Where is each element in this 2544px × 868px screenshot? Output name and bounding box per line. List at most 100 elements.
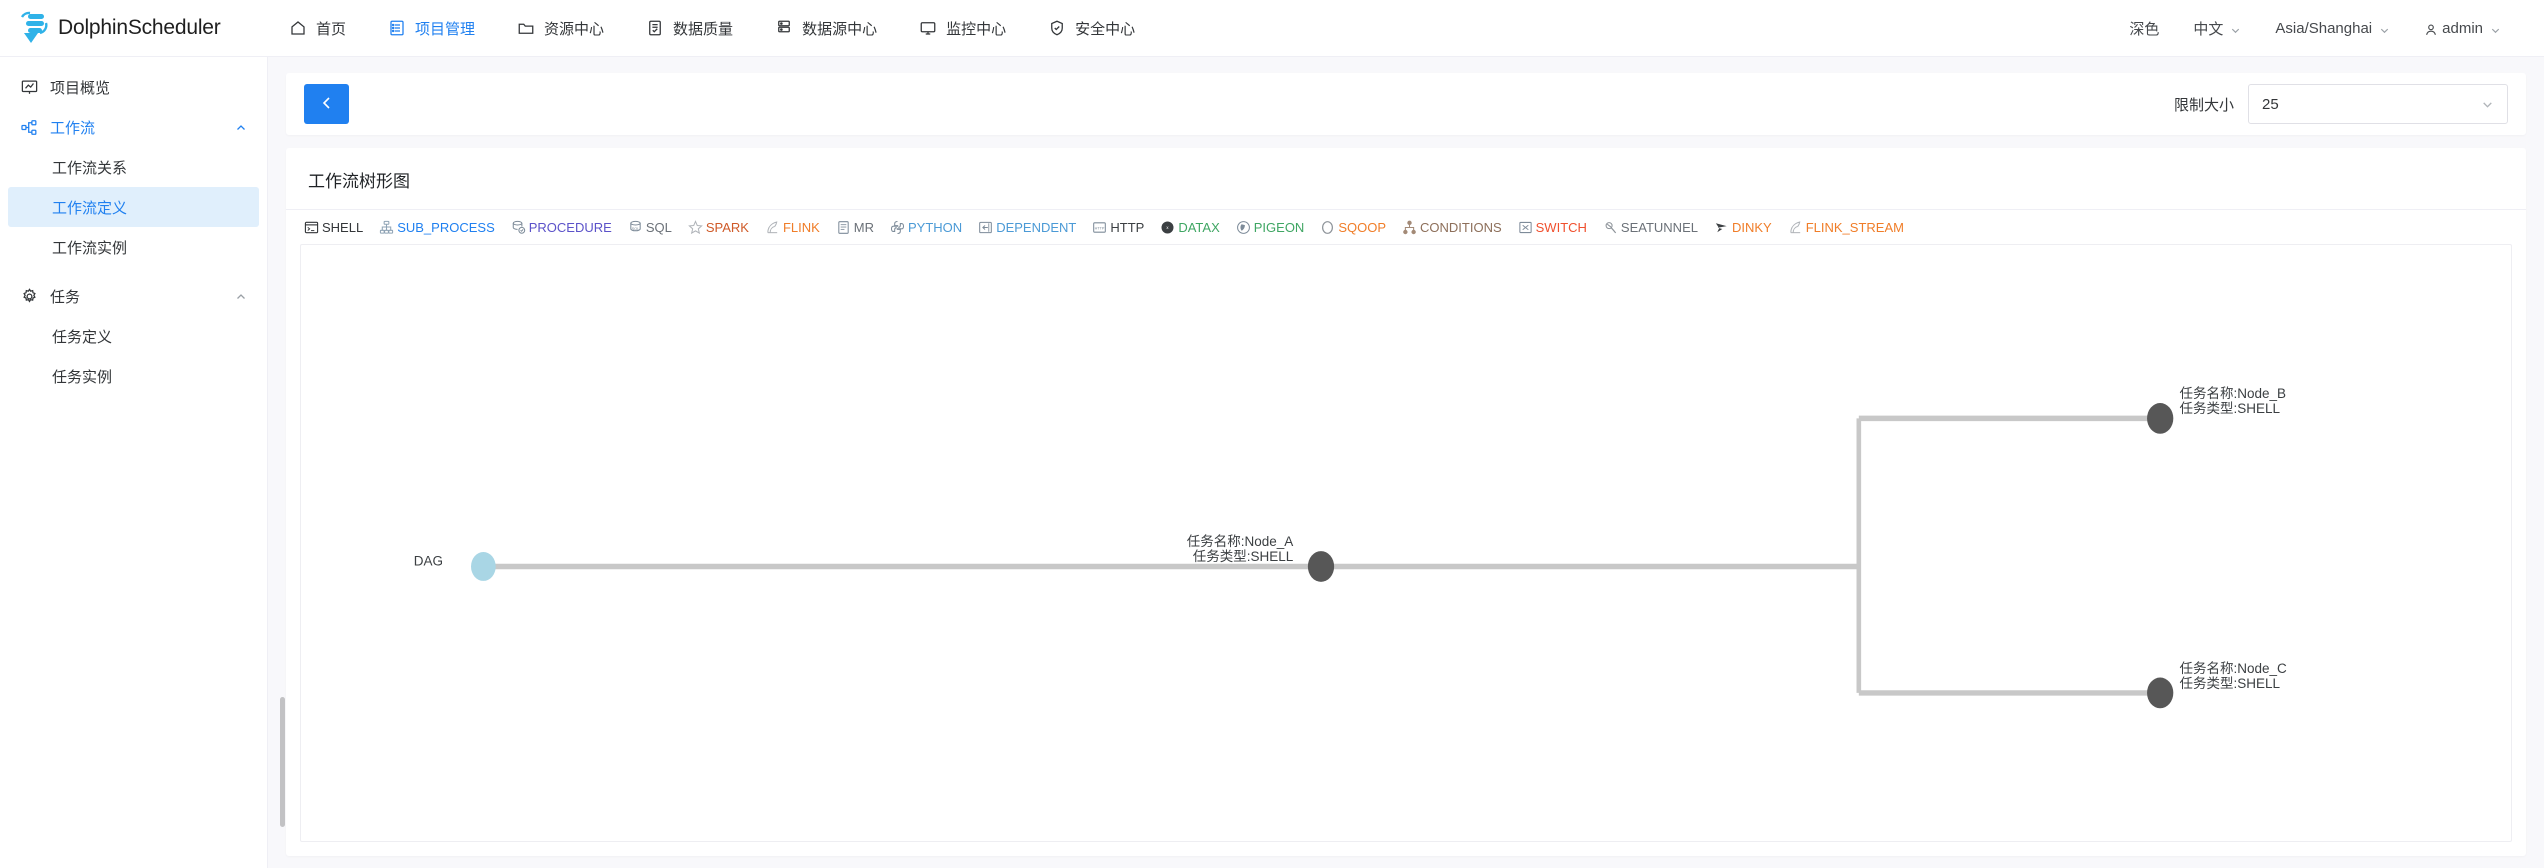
procedure-icon [511, 220, 526, 235]
task-type-legend: SHELL SUB_PROCESS PROCEDURE SQL SQL SPAR… [286, 210, 2526, 244]
legend-item-sqoop[interactable]: SQOOP [1320, 220, 1386, 235]
datasource-icon [775, 19, 793, 37]
tree-node-label-node-c: 任务名称:Node_C 任务类型:SHELL [2180, 661, 2287, 691]
nav-label-datasource: 数据源中心 [802, 20, 878, 38]
root-label-text: DAG [413, 553, 443, 569]
tree-node-label-node-a: 任务名称:Node_A 任务类型:SHELL [1187, 534, 1294, 564]
tree-view-card: 工作流树形图 SHELL SUB_PROCESS PROCEDURE SQL S… [286, 148, 2526, 856]
nav-label-project: 项目管理 [415, 20, 476, 38]
legend-label: DINKY [1731, 220, 1772, 235]
nav-label-resource: 资源中心 [544, 20, 605, 38]
legend-label: SWITCH [1535, 220, 1587, 235]
language-selector[interactable]: 中文 [2176, 18, 2258, 39]
legend-item-flink-stream[interactable]: FLINK_STREAM [1788, 220, 1904, 235]
legend-label: SQOOP [1338, 220, 1387, 235]
sidebar-group-workflow[interactable]: 工作流 [8, 107, 259, 147]
sidebar-group-task[interactable]: 任务 [8, 276, 259, 316]
seatunnel-icon [1603, 220, 1618, 235]
legend-item-seatunnel[interactable]: SEATUNNEL [1603, 220, 1698, 235]
nav-item-datasource[interactable]: 数据源中心 [754, 0, 898, 56]
legend-item-dependent[interactable]: DEPENDENT [978, 220, 1076, 235]
sidebar-item-task-instance[interactable]: 任务实例 [8, 356, 259, 396]
nav-label-monitor: 监控中心 [946, 20, 1007, 38]
nav-item-security[interactable]: 安全中心 [1027, 0, 1156, 56]
legend-item-switch[interactable]: SWITCH [1518, 220, 1587, 235]
limit-size-control: 限制大小 25 [2174, 84, 2508, 124]
chevron-down-icon [2490, 23, 2501, 34]
tree-node-node-c[interactable] [2147, 677, 2174, 709]
sidebar-label-workflow-relation: 工作流关系 [52, 159, 128, 177]
chevron-up-icon[interactable] [235, 121, 247, 133]
legend-label: SEATUNNEL [1620, 220, 1698, 235]
chevron-down-icon [2230, 23, 2241, 34]
chevron-down-icon[interactable] [2481, 98, 2494, 111]
legend-item-mr[interactable]: MR [836, 220, 874, 235]
tree-node-node-b[interactable] [2147, 403, 2174, 434]
shield-icon [1048, 19, 1066, 37]
legend-item-python[interactable]: PYTHON [890, 220, 962, 235]
language-label: 中文 [2193, 20, 2224, 38]
legend-item-flink[interactable]: FLINK [765, 220, 820, 235]
sidebar-label-workflow-definition: 工作流定义 [52, 199, 128, 217]
nav-item-resource[interactable]: 资源中心 [496, 0, 625, 56]
sidebar-item-overview[interactable]: 项目概览 [8, 67, 259, 107]
nav-item-monitor[interactable]: 监控中心 [898, 0, 1027, 56]
datax-icon: x [1160, 220, 1175, 235]
legend-label: PYTHON [908, 220, 963, 235]
user-icon [2424, 23, 2437, 35]
legend-label: SUB_PROCESS [397, 220, 495, 235]
legend-item-spark[interactable]: SPARK [688, 220, 749, 235]
legend-label: DATAX [1178, 220, 1220, 235]
node-a-type: 任务类型:SHELL [1192, 549, 1294, 565]
legend-item-conditions[interactable]: CONDITIONS [1402, 220, 1502, 235]
nav-item-home[interactable]: 首页 [268, 0, 367, 56]
sidebar-item-workflow-definition[interactable]: 工作流定义 [8, 187, 259, 227]
legend-item-shell[interactable]: SHELL [304, 220, 363, 235]
top-navigation-bar: DolphinScheduler 首页 项目管理 资源中心 数据质量 数据源中心… [0, 0, 2544, 57]
legend-label: CONDITIONS [1420, 220, 1502, 235]
legend-item-http[interactable]: HTTP HTTP [1092, 220, 1144, 235]
legend-item-procedure[interactable]: PROCEDURE [511, 220, 612, 235]
svg-text:HTTP: HTTP [1095, 227, 1105, 231]
page-scrollbar[interactable] [277, 57, 289, 868]
scrollbar-thumb[interactable] [280, 697, 285, 827]
legend-label: HTTP [1110, 220, 1145, 235]
node-c-name: 任务名称:Node_C [2179, 661, 2287, 676]
theme-label: 深色 [2129, 20, 2160, 38]
sqoop-icon [1320, 220, 1335, 235]
chevron-up-icon[interactable] [235, 290, 247, 302]
legend-item-sub-process[interactable]: SUB_PROCESS [379, 220, 495, 235]
limit-size-value: 25 [2262, 95, 2279, 113]
node-b-type: 任务类型:SHELL [2179, 400, 2281, 416]
sidebar-item-workflow-instance[interactable]: 工作流实例 [8, 227, 259, 267]
top-menu: 首页 项目管理 资源中心 数据质量 数据源中心 监控中心 安全中心 [268, 0, 1156, 56]
legend-item-dinky[interactable]: DINKY [1714, 220, 1772, 235]
theme-toggle[interactable]: 深色 [2112, 18, 2176, 39]
legend-label: SQL [645, 220, 672, 235]
sidebar-item-workflow-relation[interactable]: 工作流关系 [8, 147, 259, 187]
user-menu[interactable]: admin [2407, 20, 2518, 37]
sidebar-label-task-definition: 任务定义 [52, 328, 113, 346]
limit-size-select[interactable]: 25 [2248, 84, 2508, 124]
shell-icon [304, 220, 319, 235]
timezone-selector[interactable]: Asia/Shanghai [2258, 20, 2407, 37]
tree-node-root[interactable] [471, 552, 496, 581]
dependent-icon [978, 220, 993, 235]
workflow-tree-canvas[interactable]: DAG 任务名称:Node_A 任务类型:SHELL 任务名称:Node_B 任… [300, 244, 2512, 842]
legend-label: FLINK [782, 220, 820, 235]
legend-item-datax[interactable]: x DATAX [1160, 220, 1220, 235]
back-button[interactable] [304, 84, 349, 124]
legend-label: MR [853, 220, 875, 235]
brand[interactable]: DolphinScheduler [0, 11, 268, 45]
svg-text:SQL: SQL [631, 226, 640, 231]
node-b-name: 任务名称:Node_B [2179, 385, 2287, 401]
nav-item-data-quality[interactable]: 数据质量 [625, 0, 754, 56]
project-icon [388, 19, 406, 37]
legend-item-sql[interactable]: SQL SQL [628, 220, 672, 235]
sidebar-label-workflow-instance: 工作流实例 [52, 239, 128, 257]
legend-item-pigeon[interactable]: PIGEON [1236, 220, 1304, 235]
tree-node-node-a[interactable] [1307, 551, 1335, 582]
sidebar-item-task-definition[interactable]: 任务定义 [8, 316, 259, 356]
nav-item-project[interactable]: 项目管理 [367, 0, 496, 56]
